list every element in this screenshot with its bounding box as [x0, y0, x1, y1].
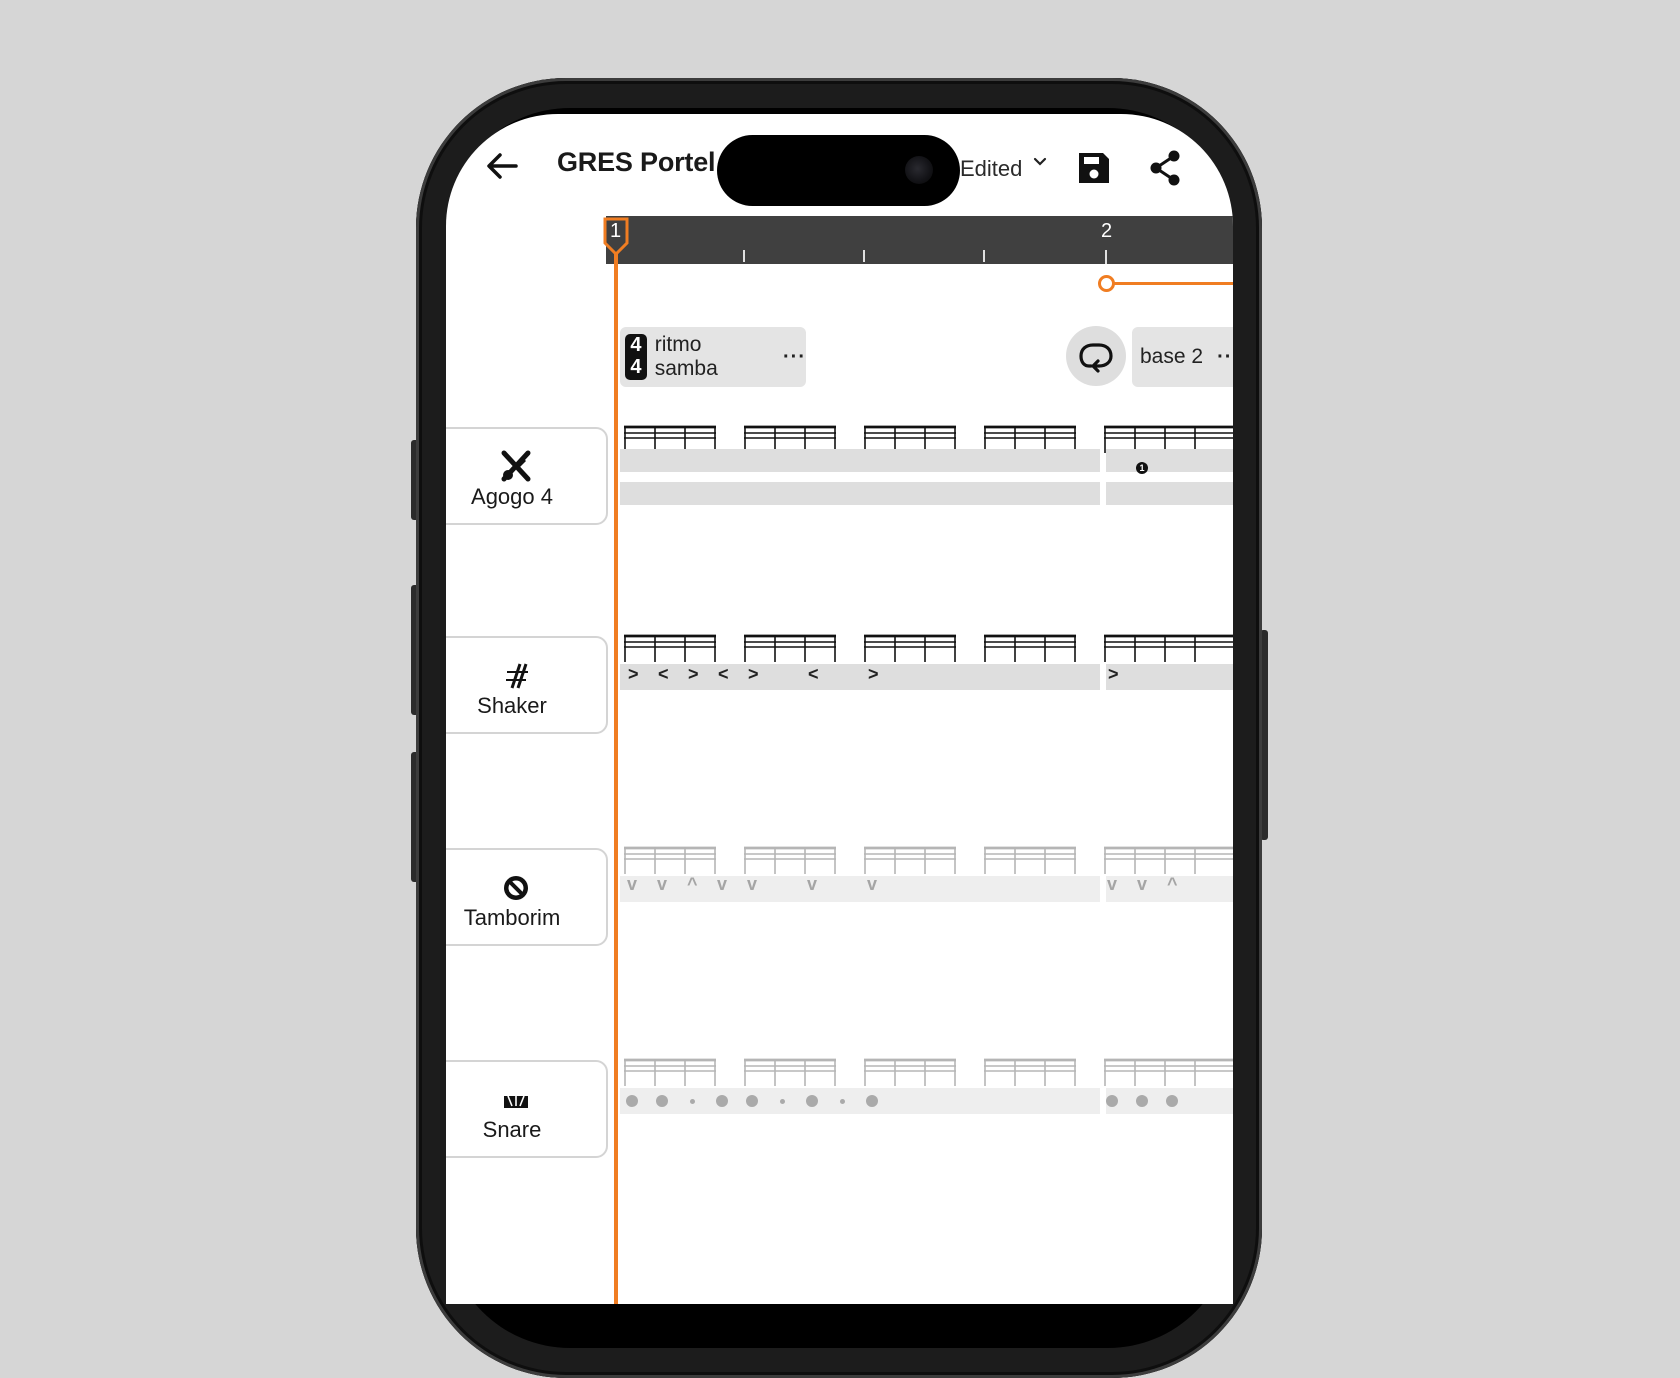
- stroke-mark[interactable]: v: [867, 874, 877, 895]
- note-dot[interactable]: [806, 1095, 818, 1107]
- note-dot[interactable]: [1106, 1095, 1118, 1107]
- stroke-mark[interactable]: v: [807, 874, 817, 895]
- track-lane[interactable]: [1106, 449, 1233, 472]
- app-screen: GRES Portel Edited 2 1 4 4 ritmo samba ·…: [446, 114, 1233, 1304]
- note-dot[interactable]: [716, 1095, 728, 1107]
- note-dot[interactable]: [656, 1095, 668, 1107]
- accent-mark[interactable]: <: [718, 664, 729, 685]
- note-dot[interactable]: [1166, 1095, 1178, 1107]
- stroke-mark[interactable]: v: [717, 874, 727, 895]
- stroke-mark[interactable]: v: [747, 874, 757, 895]
- note-marker[interactable]: 1: [1136, 462, 1148, 474]
- accent-mark[interactable]: >: [1108, 664, 1119, 685]
- accent-mark[interactable]: <: [808, 664, 819, 685]
- note-dot[interactable]: [866, 1095, 878, 1107]
- track-lane[interactable]: [1106, 664, 1233, 690]
- note-dot[interactable]: [626, 1095, 638, 1107]
- track-lane[interactable]: [1106, 482, 1233, 505]
- note-dot[interactable]: [1136, 1095, 1148, 1107]
- track-lane[interactable]: [620, 482, 1100, 505]
- stroke-mark[interactable]: v: [1137, 874, 1147, 895]
- note-dot[interactable]: [689, 1098, 695, 1104]
- front-camera: [905, 156, 933, 184]
- accent-mark[interactable]: <: [658, 664, 669, 685]
- stroke-mark[interactable]: v: [657, 874, 667, 895]
- accent-mark[interactable]: >: [868, 664, 879, 685]
- stroke-mark[interactable]: ^: [687, 874, 698, 895]
- accent-mark[interactable]: >: [628, 664, 639, 685]
- accent-mark[interactable]: >: [748, 664, 759, 685]
- tracks-area[interactable]: 1 > < > < > < > > v v ^ v v v v v v ^: [446, 114, 1233, 1304]
- stroke-mark[interactable]: v: [1107, 874, 1117, 895]
- accent-mark[interactable]: >: [688, 664, 699, 685]
- note-dot[interactable]: [746, 1095, 758, 1107]
- track-lane[interactable]: [620, 449, 1100, 472]
- note-dot[interactable]: [779, 1098, 785, 1104]
- note-dot[interactable]: [839, 1098, 845, 1104]
- stroke-mark[interactable]: v: [627, 874, 637, 895]
- stroke-mark[interactable]: ^: [1167, 874, 1178, 895]
